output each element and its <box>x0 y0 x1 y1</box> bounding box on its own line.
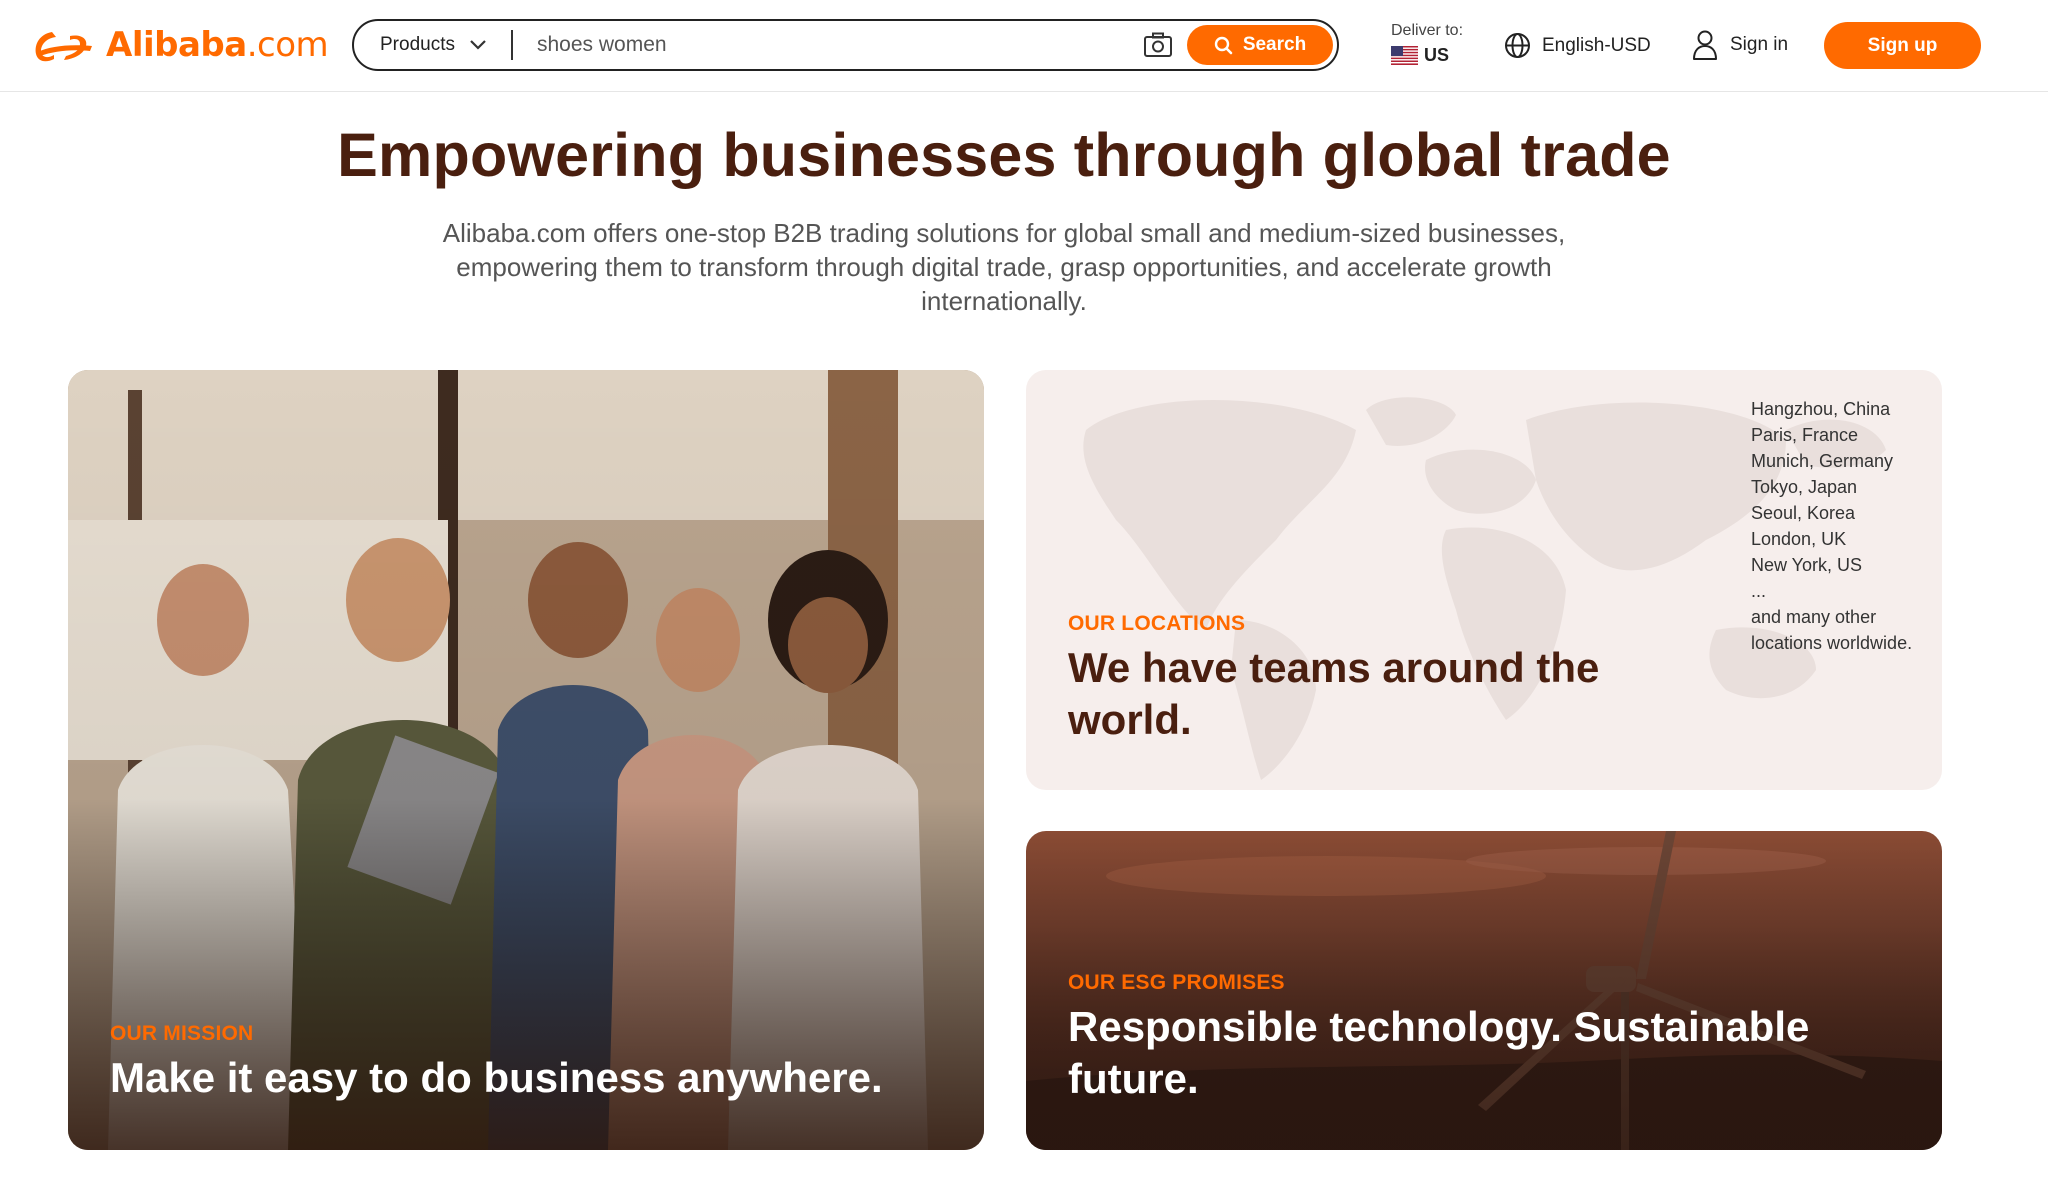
search-button[interactable]: Search <box>1187 25 1333 65</box>
more-locations-note: and many other locations worldwide. <box>1751 607 1913 653</box>
search-bar: Products Search <box>352 19 1339 71</box>
esg-heading: Responsible technology. Sustainable futu… <box>1068 1003 1810 1102</box>
alibaba-logo-icon <box>35 32 92 62</box>
search-button-label: Search <box>1242 34 1307 55</box>
search-category-label: Products <box>380 34 455 55</box>
globe-icon <box>1505 33 1530 58</box>
search-category-dropdown[interactable]: Products <box>354 21 487 69</box>
search-input[interactable] <box>512 25 1143 65</box>
deliver-country: US <box>1424 45 1450 65</box>
location-item: London, UK <box>1751 529 1847 549</box>
sign-up-button[interactable]: Sign up <box>1824 22 1981 69</box>
user-icon <box>1693 30 1717 60</box>
location-item: Paris, France <box>1751 425 1859 445</box>
page-title: Empowering businesses through global tra… <box>337 121 1671 189</box>
deliver-to-selector[interactable]: Deliver to: US <box>1391 22 1463 66</box>
location-item: Munich, Germany <box>1751 451 1894 471</box>
deliver-to-label: Deliver to: <box>1391 22 1464 39</box>
search-icon <box>1214 36 1233 54</box>
mission-card[interactable]: OUR MISSION Make it easy to do business … <box>68 370 984 1150</box>
logo-wordmark: Alibaba.com <box>106 25 329 65</box>
top-header: Alibaba.com Products Search Deliver to: <box>0 0 2048 92</box>
mission-heading: Make it easy to do business anywhere. <box>110 1054 883 1101</box>
mission-eyebrow: OUR MISSION <box>110 1022 254 1045</box>
sign-in-label: Sign in <box>1730 34 1789 55</box>
esg-card[interactable]: OUR ESG PROMISES Responsible technology.… <box>1026 831 1942 1150</box>
camera-icon[interactable] <box>1143 32 1173 58</box>
us-flag-icon <box>1391 46 1418 65</box>
page-subtitle: Alibaba.com offers one-stop B2B trading … <box>442 218 1566 316</box>
chevron-down-icon <box>470 40 486 50</box>
language-label: English-USD <box>1542 34 1651 56</box>
location-item: New York, US <box>1751 555 1863 575</box>
location-item: Seoul, Korea <box>1751 503 1856 523</box>
sign-in-link[interactable]: Sign in <box>1692 30 1788 60</box>
location-item: ... <box>1751 581 1767 601</box>
locations-card[interactable]: Hangzhou, China Paris, France Munich, Ge… <box>1026 370 1942 790</box>
location-item: Tokyo, Japan <box>1751 477 1858 497</box>
esg-eyebrow: OUR ESG PROMISES <box>1068 971 1285 994</box>
location-item: Hangzhou, China <box>1751 399 1891 419</box>
alibaba-logo[interactable]: Alibaba.com <box>30 22 329 68</box>
office-locations-list: Hangzhou, China Paris, France Munich, Ge… <box>1751 396 1931 604</box>
locations-heading: We have teams around the world. <box>1068 644 1600 743</box>
deliver-to-value: US <box>1391 45 1463 66</box>
language-currency-selector[interactable]: English-USD <box>1504 32 1651 59</box>
locations-eyebrow: OUR LOCATIONS <box>1068 612 1246 635</box>
